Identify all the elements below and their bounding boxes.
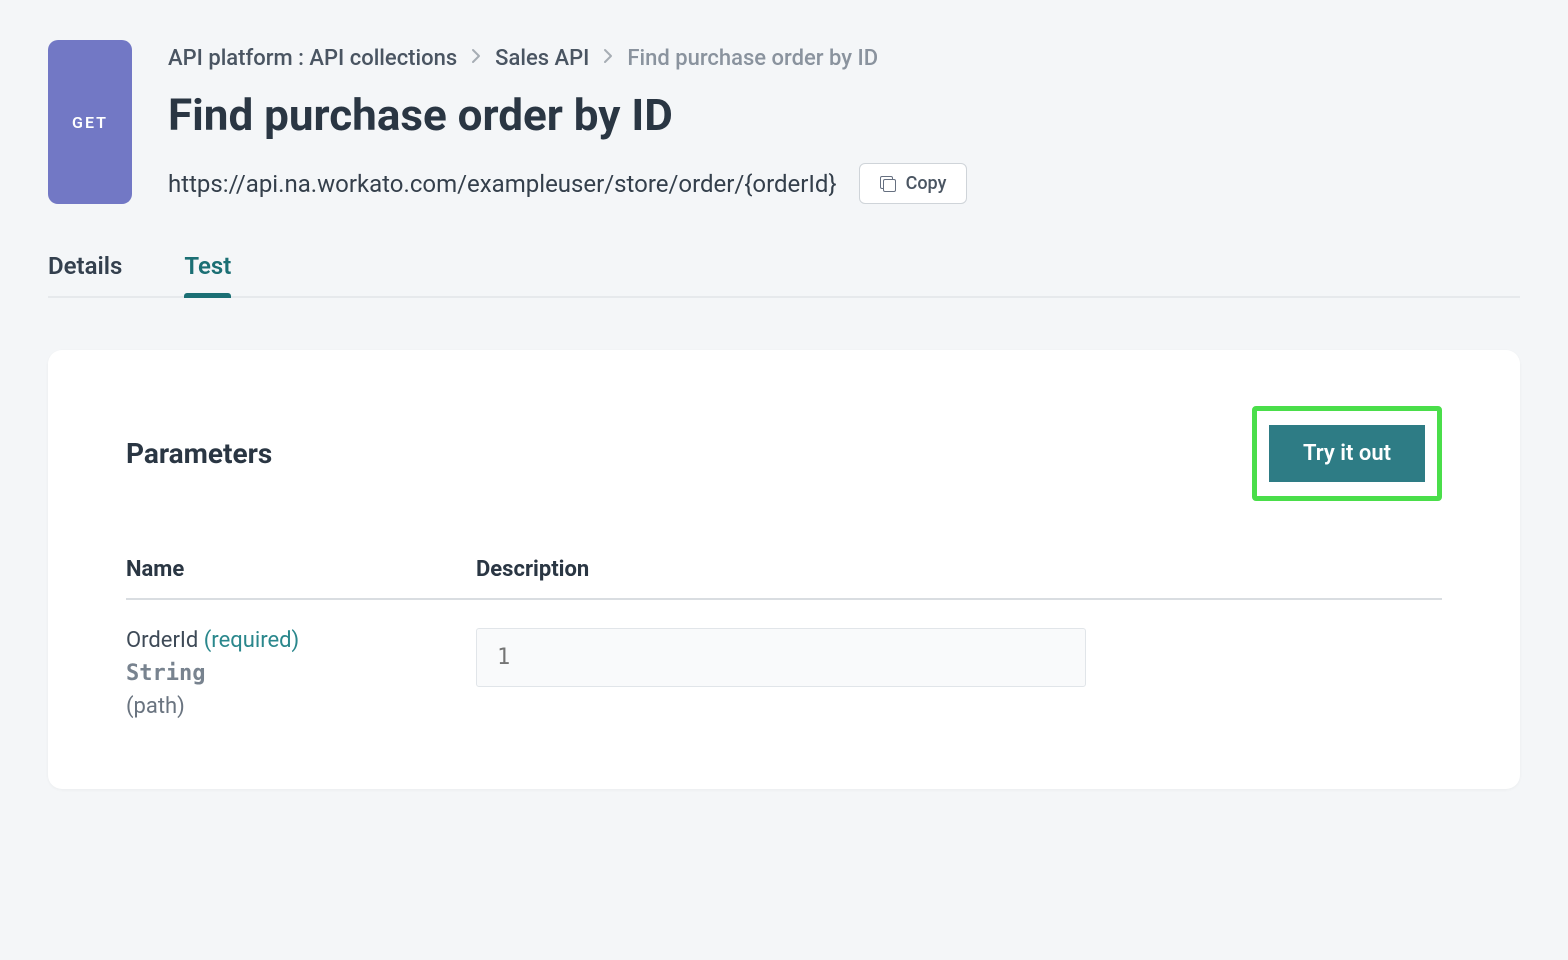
param-value-input[interactable] [476,628,1086,687]
parameters-card: Parameters Try it out Name Description O… [48,350,1520,789]
param-required-tag: (required) [204,628,299,653]
try-it-out-button[interactable]: Try it out [1269,425,1425,482]
endpoint-url: https://api.na.workato.com/exampleuser/s… [168,170,837,198]
tab-details[interactable]: Details [48,252,122,296]
breadcrumb-mid[interactable]: Sales API [495,46,589,71]
parameter-row: OrderId (required) String (path) [126,628,1442,719]
parameters-table: Name Description OrderId (required) Stri… [126,557,1442,719]
page-title: Find purchase order by ID [168,89,1520,141]
chevron-right-icon [471,48,481,69]
http-method-badge: GET [48,40,132,204]
parameters-title: Parameters [126,437,272,470]
breadcrumb: API platform : API collections Sales API… [168,46,1520,71]
copy-button[interactable]: Copy [859,163,968,204]
try-button-highlight: Try it out [1252,406,1442,501]
chevron-right-icon [603,48,613,69]
tab-test[interactable]: Test [184,252,231,296]
breadcrumb-current: Find purchase order by ID [627,46,878,71]
breadcrumb-root[interactable]: API platform : API collections [168,46,457,71]
http-method-label: GET [72,113,108,132]
param-name: OrderId [126,628,198,653]
copy-icon [880,176,896,192]
copy-button-label: Copy [906,173,947,194]
column-header-name: Name [126,557,476,582]
param-location: (path) [126,694,476,719]
tabs: Details Test [48,252,1520,298]
column-header-description: Description [476,557,1442,582]
param-type: String [126,661,476,686]
